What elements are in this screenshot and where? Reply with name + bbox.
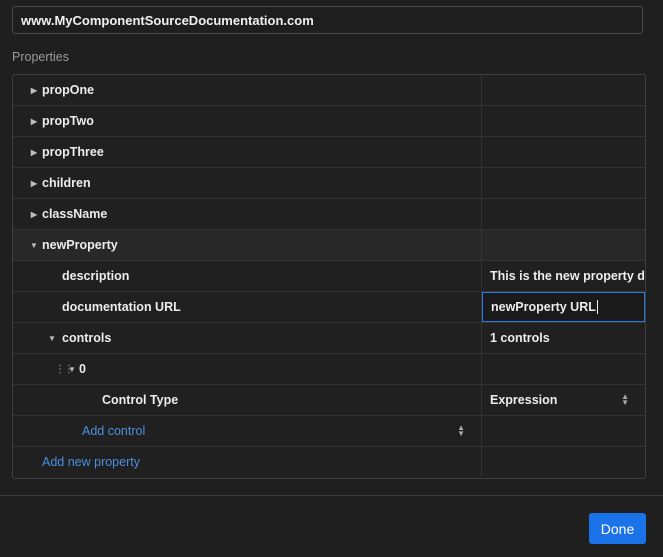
property-row-newproperty[interactable]: ▼ newProperty	[13, 230, 645, 261]
property-value-cell[interactable]	[482, 199, 645, 229]
documentation-url-edit-input[interactable]: newProperty URL	[482, 292, 645, 322]
caret-down-icon[interactable]: ▼	[29, 241, 39, 250]
property-name: propOne	[42, 83, 95, 97]
caret-right-icon[interactable]: ▶	[29, 210, 39, 219]
control-item-value-cell[interactable]	[482, 354, 645, 384]
control-item-row[interactable]: ⋮⋮ ▼ 0	[13, 354, 645, 385]
control-type-label: Control Type	[102, 393, 179, 407]
property-value-cell[interactable]	[482, 106, 645, 136]
controls-row[interactable]: ▼ controls 1 controls	[13, 323, 645, 354]
documentation-url-label: documentation URL	[62, 300, 181, 314]
caret-down-icon[interactable]: ▼	[67, 365, 77, 374]
caret-right-icon[interactable]: ▶	[29, 148, 39, 157]
add-new-property-link[interactable]: Add new property	[42, 455, 140, 469]
caret-right-icon[interactable]: ▶	[29, 179, 39, 188]
property-name: children	[42, 176, 91, 190]
add-control-select[interactable]: Add control ▲ ▼	[13, 416, 482, 446]
property-row-propone[interactable]: ▶ propOne	[13, 75, 645, 106]
properties-grid: ▶ propOne ▶ propTwo ▶ propThree ▶ childr…	[12, 74, 646, 479]
documentation-url-edit-value: newProperty URL	[491, 300, 596, 314]
property-name: propTwo	[42, 114, 94, 128]
property-row-classname[interactable]: ▶ className	[13, 199, 645, 230]
add-new-property-value-cell	[482, 447, 645, 477]
controls-value-cell[interactable]: 1 controls	[482, 323, 645, 353]
property-value-cell[interactable]	[482, 168, 645, 198]
documentation-url-input[interactable]: www.MyComponentSourceDocumentation.com	[12, 6, 643, 34]
control-type-select[interactable]: Expression ▲ ▼	[482, 385, 645, 415]
drag-handle-icon[interactable]: ⋮⋮	[55, 364, 74, 375]
documentation-url-value: www.MyComponentSourceDocumentation.com	[21, 12, 314, 28]
add-control-row[interactable]: Add control ▲ ▼	[13, 416, 645, 447]
description-row[interactable]: description This is the new property d	[13, 261, 645, 292]
property-value-cell[interactable]	[482, 75, 645, 105]
stepper-icon: ▲ ▼	[621, 392, 629, 407]
controls-value: 1 controls	[490, 331, 550, 345]
property-name: className	[42, 207, 108, 221]
add-new-property-row[interactable]: Add new property	[13, 447, 645, 477]
description-value: This is the new property d	[490, 269, 645, 283]
documentation-url-value-cell[interactable]: newProperty URL	[482, 292, 645, 322]
documentation-url-row[interactable]: documentation URL newProperty URL	[13, 292, 645, 323]
property-row-children[interactable]: ▶ children	[13, 168, 645, 199]
add-control-value-cell	[482, 416, 645, 446]
controls-label: controls	[62, 331, 112, 345]
caret-down-icon[interactable]: ▼	[47, 334, 57, 343]
property-name: propThree	[42, 145, 104, 159]
add-control-link[interactable]: Add control	[82, 424, 145, 438]
property-name: newProperty	[42, 238, 118, 252]
caret-right-icon[interactable]: ▶	[29, 86, 39, 95]
property-row-propthree[interactable]: ▶ propThree	[13, 137, 645, 168]
stepper-icon: ▲ ▼	[457, 423, 465, 438]
property-value-cell[interactable]	[482, 137, 645, 167]
footer-divider	[0, 495, 663, 496]
control-type-row[interactable]: Control Type Expression ▲ ▼	[13, 385, 645, 416]
control-index: 0	[79, 362, 86, 376]
done-button[interactable]: Done	[589, 513, 646, 544]
description-value-cell[interactable]: This is the new property d	[482, 261, 645, 291]
property-value-cell[interactable]	[482, 230, 645, 260]
properties-heading: Properties	[12, 50, 69, 64]
description-label: description	[62, 269, 130, 283]
property-row-proptwo[interactable]: ▶ propTwo	[13, 106, 645, 137]
caret-right-icon[interactable]: ▶	[29, 117, 39, 126]
text-caret	[596, 300, 598, 314]
control-type-value: Expression	[490, 393, 558, 407]
